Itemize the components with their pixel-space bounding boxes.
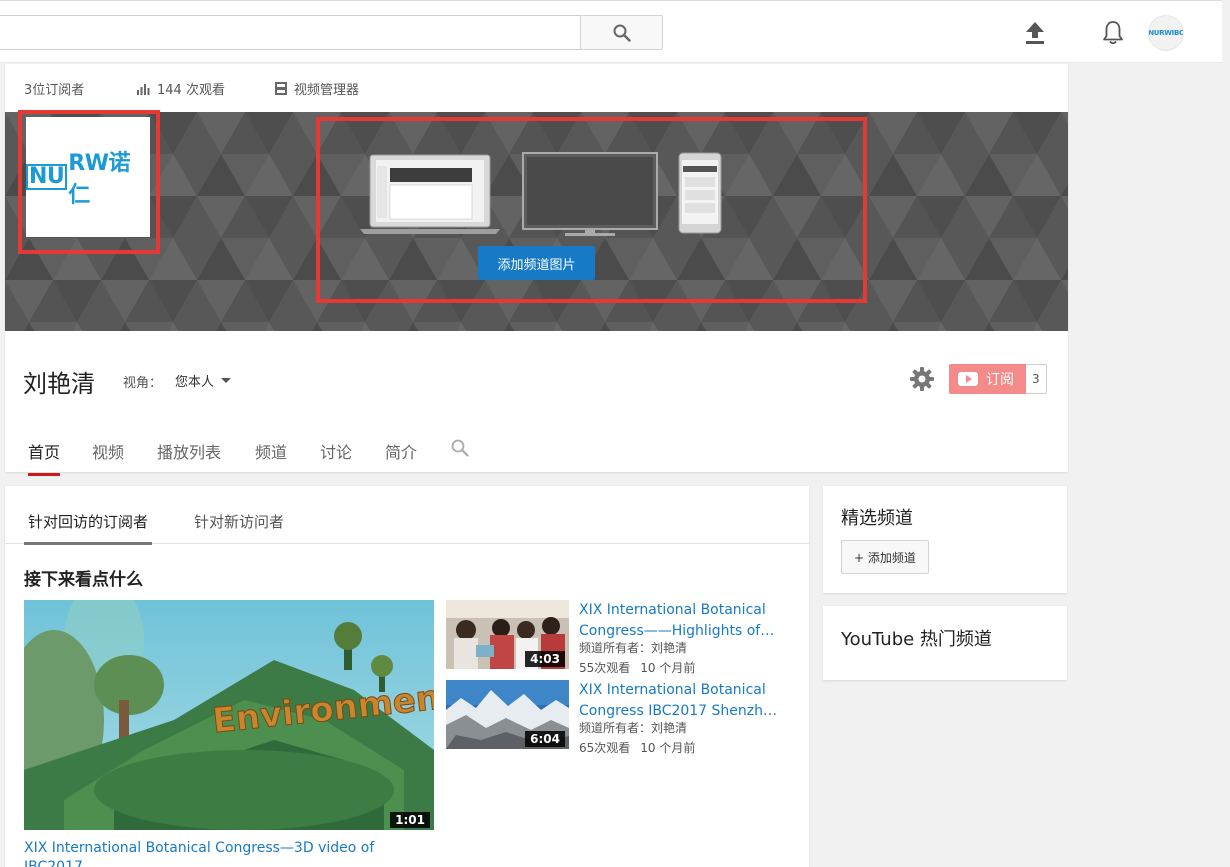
devices-illustration (360, 152, 722, 236)
video-manager-icon (275, 82, 287, 95)
video-thumbnail[interactable]: 6:04 (446, 680, 569, 749)
view-count-text: 144 次观看 (157, 83, 225, 98)
video-list-item: 6:04 XIX International Botanical Congres… (446, 680, 806, 755)
search-input[interactable] (0, 15, 581, 50)
channel-search-button[interactable] (451, 439, 469, 461)
youtube-play-icon (958, 372, 978, 386)
logo-nu: NU (26, 164, 68, 190)
subscribe-label: 订阅 (986, 372, 1014, 388)
search-icon (451, 439, 469, 457)
featured-thumbnail-art: Environment (24, 600, 434, 830)
chevron-down-icon (221, 378, 232, 383)
video-thumbnail[interactable]: 4:03 (446, 600, 569, 669)
video-manager-link[interactable]: 视频管理器 (275, 79, 359, 98)
gear-icon (910, 367, 934, 391)
channel-stats-bar: 3位订阅者 144 次观看 视频管理器 (5, 64, 1068, 112)
subscriber-count-badge: 3 (1026, 364, 1047, 394)
video-title[interactable]: XIX International Botanical Congress IBC… (579, 680, 793, 722)
channel-banner: NU RW诺仁 添加频道图片 (5, 112, 1068, 331)
section-title: 接下来看点什么 (24, 570, 143, 590)
video-age: 10 个月前 (640, 741, 696, 755)
video-manager-label: 视频管理器 (294, 83, 360, 98)
add-channel-art-button[interactable]: 添加频道图片 (478, 246, 595, 280)
video-title[interactable]: XIX International Botanical Congress——Hi… (579, 600, 793, 642)
featured-channels-title: 精选频道 (841, 508, 913, 529)
popular-channels-card: YouTube 热门频道 (823, 606, 1067, 680)
video-age: 10 个月前 (640, 661, 696, 675)
view-as-value: 您本人 (175, 375, 215, 390)
view-as-dropdown[interactable]: 您本人 (175, 371, 232, 390)
video-owner: 频道所有者：刘艳清 (579, 641, 688, 655)
video-duration: 4:03 (525, 651, 565, 667)
tab-channels[interactable]: 频道 (255, 439, 287, 473)
subscribe-button[interactable]: 订阅 3 (949, 364, 1047, 394)
video-meta: 65次观看 10 个月前 (579, 739, 695, 756)
channel-settings-button[interactable] (907, 364, 937, 394)
video-views: 55次观看 (579, 661, 631, 675)
video-duration: 1:01 (390, 812, 430, 828)
tab-new-visitors[interactable]: 针对新访问者 (190, 511, 288, 542)
page-scrollbar[interactable] (1222, 0, 1230, 867)
bell-icon (1103, 21, 1123, 45)
tab-videos[interactable]: 视频 (92, 439, 124, 473)
upload-icon (1026, 22, 1044, 44)
tab-about[interactable]: 简介 (385, 439, 417, 473)
channel-logo-text: NU RW诺仁 (26, 145, 150, 209)
channel-logo[interactable]: NU RW诺仁 (26, 117, 150, 237)
channel-home-content: 针对回访的订阅者 针对新访问者 接下来看点什么 Environment 1:01… (5, 486, 809, 867)
popular-channels-title: YouTube 热门频道 (841, 629, 992, 650)
notifications-button[interactable] (1098, 17, 1128, 49)
tab-discussion[interactable]: 讨论 (320, 439, 352, 473)
search-icon (613, 24, 631, 42)
video-views: 65次观看 (579, 741, 631, 755)
avatar-label: NURWIBC (1148, 29, 1184, 37)
video-owner: 频道所有者：刘艳清 (579, 721, 688, 735)
account-avatar[interactable]: NURWIBC (1148, 15, 1184, 51)
channel-name: 刘艳清 (23, 370, 95, 398)
video-list-item: 4:03 XIX International Botanical Congres… (446, 600, 806, 675)
tab-home[interactable]: 首页 (28, 439, 61, 476)
video-duration: 6:04 (525, 731, 565, 747)
subscriber-count-text: 3位订阅者 (24, 83, 85, 98)
view-count: 144 次观看 (137, 79, 225, 98)
featured-video-thumbnail[interactable]: Environment 1:01 (24, 600, 434, 830)
add-channel-button[interactable]: + 添加频道 (841, 540, 929, 574)
logo-rest: RW诺仁 (68, 151, 130, 208)
video-meta: 55次观看 10 个月前 (579, 659, 695, 676)
subscribe-main: 订阅 (949, 364, 1026, 394)
subscriber-count: 3位订阅者 (24, 79, 84, 98)
top-bar: NURWIBC (0, 0, 1230, 63)
upload-button[interactable] (1021, 18, 1049, 48)
featured-video-title[interactable]: XIX International Botanical Congress—3D … (24, 839, 424, 867)
bar-chart-icon (137, 83, 150, 95)
channel-tabs: 首页 视频 播放列表 频道 讨论 简介 (5, 429, 1068, 476)
search-button[interactable] (580, 15, 663, 50)
tab-playlists[interactable]: 播放列表 (157, 439, 221, 473)
view-as-label: 视角： (123, 376, 163, 391)
tab-returning-subscribers[interactable]: 针对回访的订阅者 (24, 511, 153, 545)
featured-channels-card: 精选频道 + 添加频道 (823, 486, 1067, 593)
channel-header: 3位订阅者 144 次观看 视频管理器 NU RW诺仁 添加频道图片 刘艳清 视… (5, 64, 1068, 476)
audience-tabs: 针对回访的订阅者 针对新访问者 (5, 486, 809, 545)
